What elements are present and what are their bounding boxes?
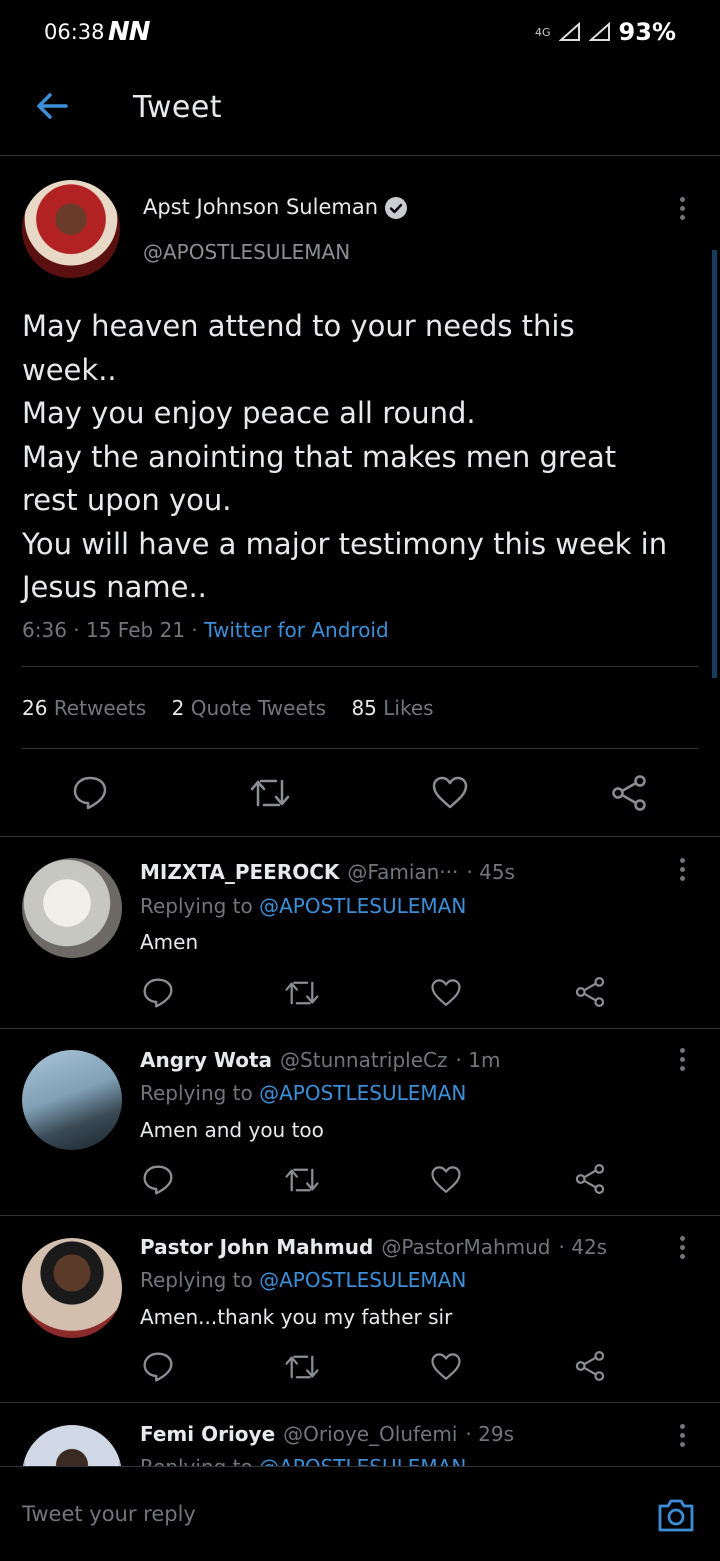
tweet-source-link[interactable]: Twitter for Android [204, 618, 389, 642]
reply-author-name[interactable]: MIZXTA_PEEROCK [140, 860, 339, 884]
meta-separator: · [73, 618, 86, 642]
likes-count: 85 [351, 696, 377, 720]
tweet-text: May heaven attend to your needs this wee… [22, 305, 702, 610]
more-options-icon[interactable] [680, 858, 686, 885]
tweet-line: May the anointing that makes men great [22, 439, 617, 474]
retweets-stat[interactable]: 26 Retweets [22, 696, 146, 720]
reply-author-handle[interactable]: @Famian··· [347, 860, 458, 884]
reply-author-name[interactable]: Angry Wota [140, 1048, 272, 1072]
replying-to: Replying to @APOSTLESULEMAN [140, 1081, 466, 1105]
divider [0, 1215, 720, 1216]
meta-separator: · [191, 618, 205, 642]
retweet-icon[interactable] [284, 979, 320, 1007]
camera-icon[interactable] [656, 1496, 696, 1534]
share-icon[interactable] [574, 976, 606, 1008]
divider [22, 666, 698, 667]
reply-author-name[interactable]: Pastor John Mahmud [140, 1235, 373, 1259]
battery-level: 93% [618, 18, 676, 46]
header-divider [0, 155, 720, 156]
tweet-line: Jesus name.. [22, 570, 207, 604]
more-options-icon[interactable] [680, 197, 686, 224]
reply-icon[interactable] [142, 1164, 174, 1196]
more-options-icon[interactable] [680, 1424, 686, 1451]
divider [0, 836, 720, 837]
retweet-icon[interactable] [249, 777, 291, 809]
reply-icon[interactable] [142, 977, 174, 1009]
retweets-count: 26 [22, 696, 48, 720]
like-heart-icon[interactable] [430, 978, 462, 1008]
author-avatar[interactable] [22, 180, 120, 278]
like-heart-icon[interactable] [431, 776, 469, 810]
reply-header: Angry Wota @StunnatripleCz · 1m [140, 1048, 500, 1072]
retweet-icon[interactable] [284, 1353, 320, 1381]
more-options-icon[interactable] [680, 1048, 686, 1075]
retweet-icon[interactable] [284, 1166, 320, 1194]
reply-time: · 45s [466, 860, 515, 884]
network-type: 4G [535, 25, 551, 39]
share-icon[interactable] [574, 1350, 606, 1382]
like-heart-icon[interactable] [430, 1165, 462, 1195]
reply-text: Amen and you too [140, 1118, 324, 1142]
author-handle[interactable]: @APOSTLESULEMAN [143, 240, 350, 264]
verified-badge-icon [385, 197, 407, 219]
tweet-line: May heaven attend to your needs this [22, 309, 575, 343]
reply-icon[interactable] [72, 775, 108, 811]
replying-to-link[interactable]: @APOSTLESULEMAN [259, 1081, 466, 1105]
replying-prefix: Replying to [140, 1268, 253, 1292]
replying-to-link[interactable]: @APOSTLESULEMAN [259, 1268, 466, 1292]
reply-header: MIZXTA_PEEROCK @Famian··· · 45s [140, 860, 515, 884]
status-time: 06:38 [44, 20, 105, 44]
author-name[interactable]: Apst Johnson Suleman [143, 195, 378, 219]
retweets-label: Retweets [53, 696, 147, 720]
tweet-meta: 6:36 · 15 Feb 21 · Twitter for Android [22, 618, 389, 642]
back-arrow-icon[interactable] [32, 86, 72, 126]
page-title: Tweet [133, 90, 223, 125]
reply-time: · 1m [455, 1048, 501, 1072]
reply-header: Pastor John Mahmud @PastorMahmud · 42s [140, 1235, 607, 1259]
divider [22, 748, 698, 749]
reply-author-handle[interactable]: @PastorMahmud [381, 1235, 550, 1259]
reply-avatar[interactable] [22, 858, 122, 958]
tweet-line: May you enjoy peace all round. [22, 396, 476, 430]
tweet-line: rest upon you. [22, 483, 232, 517]
like-heart-icon[interactable] [430, 1352, 462, 1382]
reply-header: Femi Orioye @Orioye_Olufemi · 29s [140, 1422, 514, 1446]
replying-prefix: Replying to [140, 1081, 253, 1105]
status-indicators: 4G 93% [535, 18, 676, 46]
tweet-time: 6:36 [22, 618, 67, 642]
likes-stat[interactable]: 85 Likes [351, 696, 433, 720]
network-logo: NN [108, 17, 151, 47]
reply-avatar[interactable] [22, 1050, 122, 1150]
tweet-line: You will have a major testimony this wee… [22, 526, 668, 561]
share-icon[interactable] [574, 1163, 606, 1195]
tweet-date: 15 Feb 21 [86, 618, 186, 642]
quotes-stat[interactable]: 2 Quote Tweets [172, 696, 326, 720]
quotes-count: 2 [171, 696, 185, 720]
reply-time: · 42s [558, 1235, 608, 1259]
reply-input[interactable]: Tweet your reply [22, 1502, 196, 1526]
divider [0, 1402, 720, 1403]
quotes-label: Quote Tweets [190, 696, 327, 720]
reply-text: Amen [140, 930, 199, 954]
reply-author-handle[interactable]: @Orioye_Olufemi [283, 1422, 457, 1446]
scrollbar[interactable] [712, 250, 717, 678]
share-icon[interactable] [610, 774, 648, 812]
likes-label: Likes [383, 696, 434, 720]
signal-icon [558, 22, 580, 41]
reply-text: Amen...thank you my father sir [140, 1305, 453, 1329]
replying-to: Replying to @APOSTLESULEMAN [140, 1268, 466, 1292]
reply-author-handle[interactable]: @StunnatripleCz [280, 1048, 447, 1072]
reply-time: · 29s [465, 1422, 514, 1446]
more-options-icon[interactable] [680, 1236, 686, 1263]
replying-to: Replying to @APOSTLESULEMAN [140, 894, 466, 918]
replying-prefix: Replying to [140, 894, 253, 918]
reply-author-name[interactable]: Femi Orioye [140, 1422, 275, 1446]
reply-avatar[interactable] [22, 1238, 122, 1338]
tweet-line: week.. [22, 352, 117, 387]
replying-to-link[interactable]: @APOSTLESULEMAN [259, 894, 466, 918]
reply-icon[interactable] [142, 1351, 174, 1383]
signal-icon-2 [588, 22, 610, 41]
divider [0, 1028, 720, 1029]
tweet-stats: 26 Retweets 2 Quote Tweets 85 Likes [22, 696, 434, 720]
